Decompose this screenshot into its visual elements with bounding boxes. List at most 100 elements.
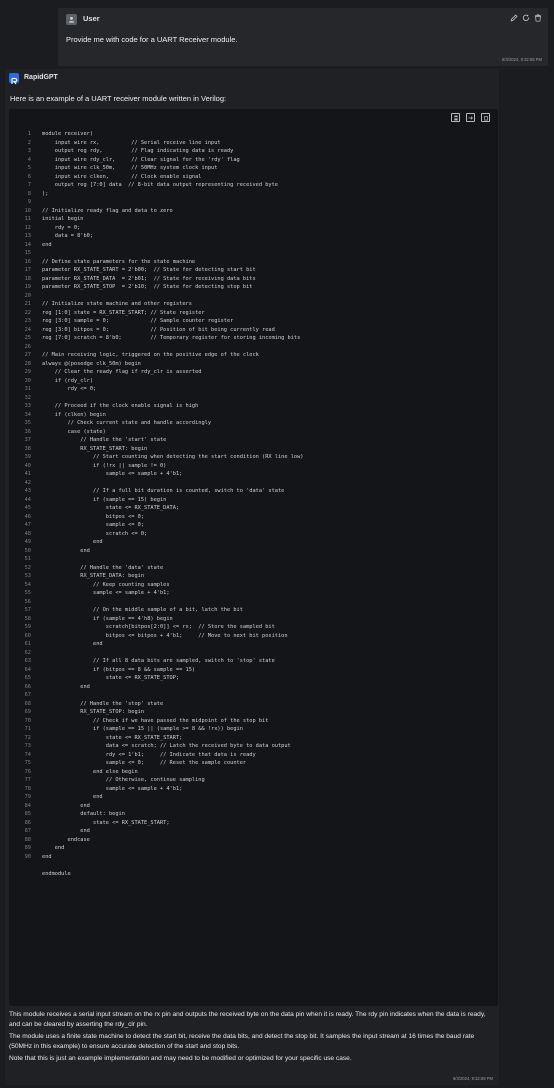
code-line: 46 bitpos <= 0; (9, 513, 498, 522)
line-number: 59 (24, 624, 31, 630)
code-line: 37 // Handle the 'start' state (9, 436, 498, 445)
code-line: 43 // If a full bit duration is counted,… (9, 487, 498, 496)
code-text: // Initialize state machine and other re… (42, 301, 192, 307)
line-number: 12 (24, 224, 31, 231)
code-text: if (sample == 15 || (sample >= 8 && !rx)… (42, 726, 243, 732)
code-line: 62 (9, 649, 498, 658)
code-line: 17 parameter RX_STATE_START = 2'b00; // S… (9, 266, 498, 275)
code-line: 70 // Check if we have passed the midpoi… (9, 717, 498, 726)
code-line: 65 state <= RX_STATE_STOP; (9, 674, 498, 683)
code-line: 1 module receiver( (9, 130, 498, 139)
trash-icon[interactable] (534, 13, 542, 22)
code-text: // Otherwise, continue sampling (42, 777, 205, 783)
code-line: 8); (9, 190, 498, 199)
user-icon (66, 14, 77, 25)
line-number: 67 (24, 692, 31, 698)
code-line: 18 parameter RX_STATE_DATA = 2'b01; // St… (9, 275, 498, 284)
line-number: 73 (24, 743, 31, 749)
line-number: 51 (24, 556, 31, 562)
line-number: 34 (24, 411, 31, 418)
line-number: 16 (24, 258, 31, 265)
code-text: end else begin (42, 768, 138, 775)
line-number: 62 (24, 649, 31, 656)
code-line: 69 RX_STATE_STOP: begin (9, 708, 498, 717)
code-line: 4 input wire rdy_clr, // Clear signal fo… (9, 156, 498, 165)
code-text: state <= RX_STATE_START; (42, 819, 170, 826)
line-number: 66 (24, 683, 31, 690)
code-text: // Handle the 'start' state (42, 437, 167, 443)
line-number: 20 (24, 292, 31, 299)
line-number: 68 (24, 700, 31, 707)
code-text: input wire clk_50m, // 50MHz system cloc… (42, 165, 218, 171)
code-line: 47 sample <= 0; (9, 521, 498, 530)
code-text: output reg [7:0] data // 8-bit data outp… (42, 182, 278, 188)
code-text: // Handle the 'stop' state (42, 700, 164, 707)
line-number: 13 (24, 233, 31, 239)
assistant-message: RapidGPT Here is an example of a UART re… (5, 69, 499, 1085)
code-line: 41 sample <= sample + 4'b1; (9, 470, 498, 479)
code-line: 25 reg [7:0] scratch = 8'b0; // Temporary… (9, 334, 498, 343)
code-line: 67 (9, 691, 498, 700)
line-number: 77 (24, 777, 31, 783)
line-number: 17 (24, 267, 31, 273)
code-line: 55 sample <= sample + 4'b1; (9, 589, 498, 598)
line-number: 29 (24, 369, 31, 375)
code-text: // Clear the ready flag if rdy_clr is as… (42, 369, 202, 375)
code-line: 56 (9, 598, 498, 607)
code-line: 26 (9, 343, 498, 352)
pencil-icon[interactable] (510, 13, 518, 22)
line-number: 76 (24, 768, 31, 775)
code-line: 7 output reg [7:0] data // 8-bit data ou… (9, 181, 498, 190)
assistant-intro-text: Here is an example of a UART receiver mo… (10, 94, 227, 103)
code-content[interactable]: 1 module receiver(2 input wire rx, // Ser… (9, 130, 498, 878)
code-text: end (42, 641, 103, 647)
line-number: 14 (24, 241, 31, 248)
code-line: 63 // If all 8 data bits are sampled, sw… (9, 657, 498, 666)
line-number: 47 (24, 522, 31, 528)
line-number: 85 (24, 811, 31, 817)
line-number: 49 (24, 539, 31, 545)
code-text: parameter RX_STATE_STOP = 2'b10; // Stat… (42, 284, 253, 290)
line-number: 11 (24, 216, 31, 222)
copy-icon[interactable] (481, 113, 490, 122)
save-icon[interactable] (451, 113, 460, 122)
code-text: initial begin (42, 216, 84, 222)
code-text: end (42, 683, 90, 690)
code-text: output reg rdy, // Flag indicating data … (42, 148, 234, 154)
code-line: 10 // Initialize ready flag and data to z… (9, 207, 498, 216)
code-text: sample <= sample + 4'b1; (42, 471, 183, 477)
code-text: RX_STATE_DATA: begin (42, 573, 145, 579)
code-text: // Start counting when detecting the sta… (42, 454, 304, 460)
code-line: 32 (9, 394, 498, 403)
code-line: 11 initial begin (9, 215, 498, 224)
line-number: 22 (24, 309, 31, 316)
code-line: 45 state <= RX_STATE_DATA; (9, 504, 498, 513)
code-line: endmodule (9, 870, 498, 879)
line-number: 44 (24, 496, 31, 503)
code-text: input wire clken, // Clock enable signal (42, 173, 202, 180)
code-line: 31 rdy <= 0; (9, 385, 498, 394)
code-text: input wire rx, // Serial receive line in… (42, 139, 221, 146)
code-line: 14 end (9, 241, 498, 250)
line-number: 79 (24, 794, 31, 800)
export-icon[interactable] (466, 113, 475, 122)
refresh-icon[interactable] (522, 13, 530, 22)
code-text: case (state) (42, 428, 106, 435)
code-text: parameter RX_STATE_START = 2'b00; // Sta… (42, 267, 256, 273)
code-line: 53 RX_STATE_DATA: begin (9, 572, 498, 581)
explanation-paragraph: The module uses a finite state machine t… (9, 1033, 475, 1050)
line-number: 28 (24, 360, 31, 367)
line-number: 19 (24, 284, 31, 290)
code-text: if (bitpos == 8 && sample == 15) (42, 666, 196, 673)
code-text: // Proceed if the clock enable signal is… (42, 403, 199, 409)
line-number: 55 (24, 590, 31, 596)
code-line: 87 end (9, 827, 498, 836)
line-number: 4 (27, 156, 31, 163)
code-text: reg [3:0] bitpos = 0; // Position of bit… (42, 326, 275, 333)
code-text: // Handle the 'data' state (42, 564, 164, 571)
code-line: 76 end else begin (9, 768, 498, 777)
line-number: 39 (24, 454, 31, 460)
line-number: 48 (24, 530, 31, 537)
line-number: 10 (24, 207, 31, 214)
